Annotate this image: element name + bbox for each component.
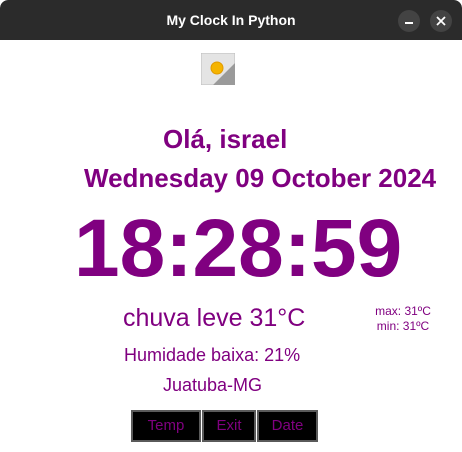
- humidity-label: Humidade baixa: 21%: [124, 345, 301, 365]
- temperature-max: max: 31ºC: [375, 304, 431, 318]
- greeting-label: Olá, israel: [163, 124, 288, 154]
- temperature-min: min: 31ºC: [376, 319, 430, 333]
- close-button[interactable]: [430, 10, 452, 32]
- minimize-button[interactable]: [398, 10, 420, 32]
- window-title: My Clock In Python: [166, 12, 296, 28]
- sun-icon: [201, 53, 235, 85]
- title-bar[interactable]: My Clock In Python: [0, 0, 462, 40]
- exit-button[interactable]: Exit: [202, 410, 256, 442]
- clock-time: 18:28:59: [74, 203, 403, 294]
- date-label: Wednesday 09 October 2024: [84, 163, 437, 193]
- temperature-range: max: 31ºC min: 31ºC: [371, 304, 435, 334]
- close-icon: [436, 16, 446, 26]
- weather-description: chuva leve 31°C: [123, 304, 306, 332]
- date-button[interactable]: Date: [257, 410, 318, 442]
- app-window: My Clock In Python Olá, israel Wednesday…: [0, 0, 462, 452]
- location-label: Juatuba-MG: [163, 375, 263, 395]
- temp-button[interactable]: Temp: [131, 410, 201, 442]
